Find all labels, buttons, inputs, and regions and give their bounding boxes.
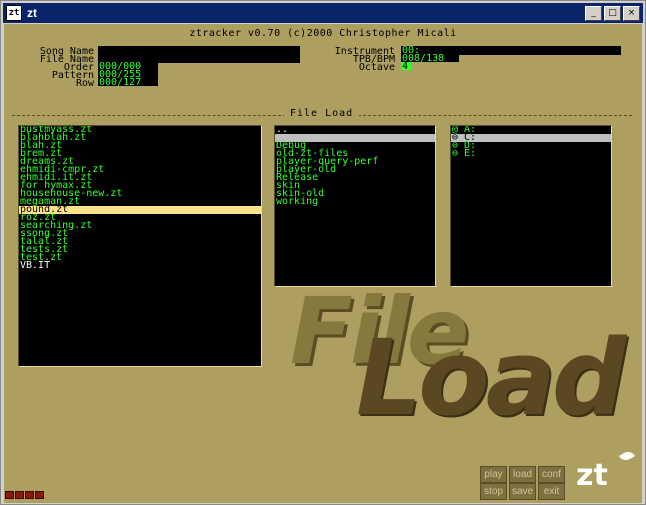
window-title: zt [27,6,37,20]
minimize-button[interactable]: _ [585,6,602,21]
status-block-icon [5,491,14,499]
directory-list[interactable]: .. Debug old-zt-files player-query-perf play… [274,125,436,287]
status-block-icon [15,491,24,499]
app-icon: zt [6,5,22,21]
zt-logo: zt [576,458,608,493]
maximize-button[interactable]: □ [604,6,621,21]
app-window: zt zt _ □ × ztracker v0.70 (c)2000 Chris… [0,0,646,505]
file-list[interactable]: bustmyass.zt blahblah.zt blah.zt brem.zt dre… [18,125,262,367]
status-block-icon [25,491,34,499]
row-label: Row [75,78,94,89]
app-header: ztracker v0.70 (c)2000 Christopher Mical… [189,28,457,39]
section-title: File Load [284,108,360,119]
exit-button[interactable]: exit [538,483,565,500]
play-button[interactable]: play [480,466,507,483]
status-indicator [5,491,44,499]
stop-button[interactable]: stop [480,483,507,500]
drive-list[interactable]: @ A: ⊖ C: ⊖ D: ⊖ E: [450,125,612,287]
file-list-item[interactable]: VB.IT [19,261,261,271]
tpb-field[interactable]: 008/138 [401,54,459,64]
row-field[interactable]: 000/127 [98,78,158,88]
directory-list-item[interactable]: working [275,197,435,207]
save-button[interactable]: save [509,483,536,500]
directory-list-item[interactable]: .. [275,126,435,135]
octave-field[interactable]: 4 [401,62,411,72]
title-bar[interactable]: zt zt _ □ × [3,3,643,23]
big-load-text: Load [356,317,626,439]
status-block-icon [35,491,44,499]
conf-button[interactable]: conf [538,466,565,483]
load-button[interactable]: load [509,466,536,483]
leaf-icon [618,449,636,463]
octave-label: Octave [358,62,395,73]
file-list-item[interactable]: test.zt [19,253,261,263]
tracker-client: ztracker v0.70 (c)2000 Christopher Mical… [4,24,642,503]
drive-list-item[interactable]: ⊖ E: [451,149,611,159]
close-button[interactable]: × [623,6,640,21]
